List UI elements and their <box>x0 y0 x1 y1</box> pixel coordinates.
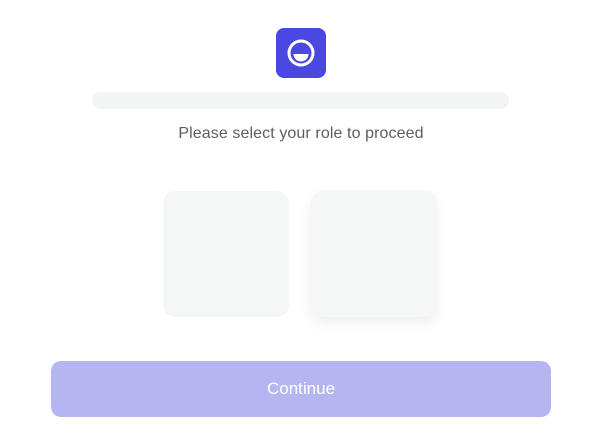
role-prompt: Please select your role to proceed <box>178 125 424 142</box>
continue-button[interactable]: Continue <box>51 361 551 417</box>
role-card-1[interactable] <box>163 191 289 317</box>
smile-circle-icon <box>287 39 315 67</box>
role-card-2[interactable] <box>311 191 437 317</box>
app-logo <box>276 28 326 78</box>
role-selection-page: Please select your role to proceed Conti… <box>0 0 602 444</box>
role-options <box>163 191 439 321</box>
title-loading-placeholder <box>92 92 509 109</box>
